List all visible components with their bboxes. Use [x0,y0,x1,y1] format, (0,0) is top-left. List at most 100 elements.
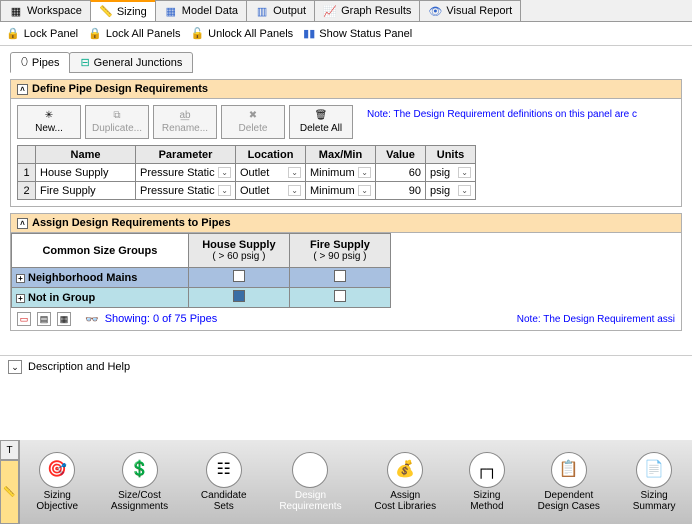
cell-location[interactable]: Outlet⌄ [236,164,306,182]
cell-location[interactable]: Outlet⌄ [236,182,306,200]
label: Dependent Design Cases [538,490,600,512]
tab-model-data[interactable]: ▦Model Data [155,0,247,21]
label: Pipes [32,57,60,69]
dropdown-arrow-icon[interactable]: ⌄ [458,185,471,196]
delete-button[interactable]: ✖Delete [221,105,285,139]
view-mode-icon-3[interactable]: ▦ [57,312,71,326]
dropdown-arrow-icon[interactable]: ⌄ [358,185,371,196]
dropdown-arrow-icon[interactable]: ⌄ [358,167,371,178]
group-cell[interactable]: +Neighborhood Mains [12,268,189,288]
dropdown-arrow-icon[interactable]: ⌄ [288,167,301,178]
col-house-supply[interactable]: House Supply( > 60 psig ) [188,234,289,268]
dropdown-arrow-icon[interactable]: ⌄ [218,167,231,178]
label: Design Requirements [279,490,341,512]
col-value[interactable]: Value [376,146,426,164]
lock-panel-button[interactable]: 🔒Lock Panel [6,27,78,40]
cell-value[interactable]: 60 [376,164,426,182]
col-parameter[interactable]: Parameter [136,146,236,164]
output-icon: ▥ [255,4,269,18]
rename-button[interactable]: a͟bRename... [153,105,217,139]
checkbox[interactable] [233,290,245,302]
delete-all-button[interactable]: 🗑Delete All [289,105,353,139]
expand-button[interactable]: + [16,294,25,303]
lock-all-button[interactable]: 🔒Lock All Panels [88,27,180,40]
tab-visual-report[interactable]: 👁Visual Report [419,0,521,21]
nav-dependent-cases[interactable]: 📋Dependent Design Cases [538,452,600,512]
panel-button-row: ✳New... ⧉Duplicate... a͟bRename... ✖Dele… [11,99,359,145]
dropdown-arrow-icon[interactable]: ⌄ [458,167,471,178]
tab-graph-results[interactable]: 📈 Graph Results [314,0,420,21]
description-dropdown[interactable]: ⌄ [8,360,22,374]
dropdown-arrow-icon[interactable]: ⌄ [218,185,231,196]
cell-name[interactable]: House Supply [36,164,136,182]
nav-assign-cost[interactable]: 💰Assign Cost Libraries [374,452,436,512]
graph-icon: 📈 [323,4,337,18]
tab-sizing[interactable]: 📏Sizing [90,0,156,21]
subtab-general-junctions[interactable]: ⊟General Junctions [69,52,193,73]
description-label: Description and Help [28,361,130,373]
tab-label: Graph Results [341,5,411,17]
label: Lock All Panels [106,28,181,40]
unlock-all-button[interactable]: 🔓Unlock All Panels [190,27,293,40]
collapse-button[interactable]: ˄ [17,84,28,95]
assign-requirements-panel: ˄ Assign Design Requirements to Pipes Co… [10,213,682,331]
nav-sizing-objective[interactable]: 🎯Sizing Objective [36,452,78,512]
status-icon: ▮▮ [303,27,315,40]
label: Neighborhood Mains [28,272,137,284]
dropdown-arrow-icon[interactable]: ⌄ [288,185,301,196]
nav-candidate-sets[interactable]: ☷Candidate Sets [201,452,247,512]
collapse-button[interactable]: ˄ [17,218,28,229]
label: Sizing Summary [633,490,676,512]
value: Pressure Static [140,167,215,179]
view-mode-icon-2[interactable]: ▤ [37,312,51,326]
cell-name[interactable]: Fire Supply [36,182,136,200]
col-units[interactable]: Units [426,146,476,164]
cell-parameter[interactable]: Pressure Static⌄ [136,182,236,200]
cell-maxmin[interactable]: Minimum⌄ [306,182,376,200]
table-row: 2 Fire Supply Pressure Static⌄ Outlet⌄ M… [18,182,476,200]
col-name[interactable]: Name [36,146,136,164]
checkbox[interactable] [233,270,245,282]
nav-size-cost[interactable]: 💲Size/Cost Assignments [111,452,168,512]
checkbox[interactable] [334,270,346,282]
cell-parameter[interactable]: Pressure Static⌄ [136,164,236,182]
workspace-icon: ▦ [9,4,23,18]
label: Fire Supply [294,239,386,251]
label: Candidate Sets [201,490,247,512]
cases-icon: 📋 [551,452,587,488]
requirements-table: Name Parameter Location Max/Min Value Un… [17,145,476,200]
row-index[interactable]: 2 [18,182,36,200]
rail-ruler-tool[interactable]: 📏 [0,460,19,524]
cell-maxmin[interactable]: Minimum⌄ [306,164,376,182]
cell-units[interactable]: psig⌄ [426,164,476,182]
rail-text-tool[interactable]: T [0,440,19,460]
panel-header: ˄ Assign Design Requirements to Pipes [11,214,681,233]
view-mode-icon-1[interactable]: ▭ [17,312,31,326]
label: Delete [239,123,268,134]
status-note: Note: The Design Requirement assi [517,314,675,325]
nav-design-requirements[interactable]: ⟨x⟩Design Requirements [279,452,341,512]
new-button[interactable]: ✳New... [17,105,81,139]
cell-value[interactable]: 90 [376,182,426,200]
col-maxmin[interactable]: Max/Min [306,146,376,164]
tab-output[interactable]: ▥Output [246,0,315,21]
filter-icon[interactable]: 👓 [85,313,99,326]
tab-label: Model Data [182,5,238,17]
show-status-button[interactable]: ▮▮Show Status Panel [303,27,412,40]
col-fire-supply[interactable]: Fire Supply( > 90 psig ) [289,234,390,268]
nav-sizing-method[interactable]: ┌┐Sizing Method [469,452,505,512]
cell-units[interactable]: psig⌄ [426,182,476,200]
duplicate-button[interactable]: ⧉Duplicate... [85,105,149,139]
nav-sizing-summary[interactable]: 📄Sizing Summary [633,452,676,512]
col-location[interactable]: Location [236,146,306,164]
status-bar: ▭ ▤ ▦ 👓 Showing: 0 of 75 Pipes Note: The… [11,308,681,330]
group-cell[interactable]: +Not in Group [12,288,189,308]
subtab-pipes[interactable]: ⬯Pipes [10,52,70,73]
checkbox[interactable] [334,290,346,302]
col-groups[interactable]: Common Size Groups [12,234,189,268]
tab-workspace[interactable]: ▦Workspace [0,0,91,21]
row-index[interactable]: 1 [18,164,36,182]
group-row-neighborhood-mains: +Neighborhood Mains [12,268,391,288]
expand-button[interactable]: + [16,274,25,283]
summary-icon: 📄 [636,452,672,488]
